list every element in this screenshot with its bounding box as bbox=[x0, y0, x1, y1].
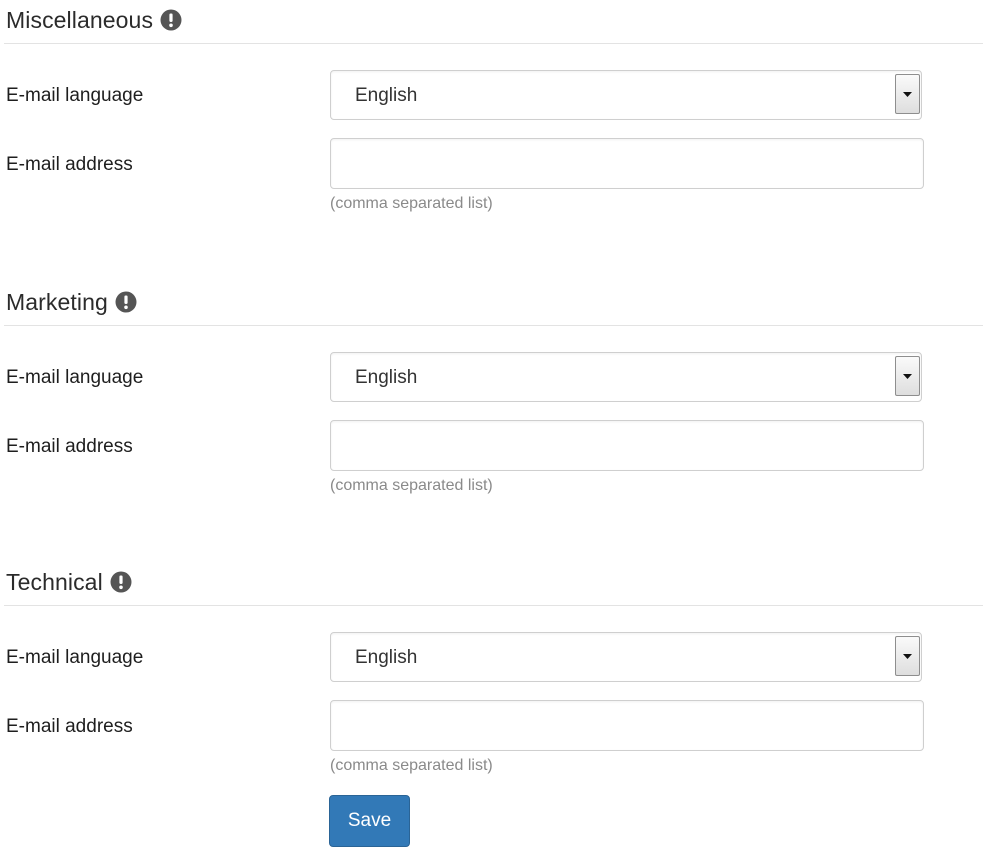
email-address-label: E-mail address bbox=[6, 716, 133, 737]
section-miscellaneous: Miscellaneous E-mail language English E-… bbox=[0, 2, 983, 232]
section-marketing: Marketing E-mail language English E-mail… bbox=[0, 284, 983, 514]
email-address-label: E-mail address bbox=[6, 436, 133, 457]
exclamation-circle-icon[interactable] bbox=[110, 571, 132, 593]
email-address-help-text: (comma separated list) bbox=[330, 477, 493, 494]
section-title: Marketing bbox=[6, 288, 108, 315]
email-address-input[interactable] bbox=[330, 700, 924, 751]
section-technical: Technical E-mail language English E-mail… bbox=[0, 564, 983, 794]
section-title: Miscellaneous bbox=[6, 6, 154, 33]
notification-settings-page: Miscellaneous E-mail language English E-… bbox=[0, 0, 983, 852]
email-language-selected-value: English bbox=[355, 367, 418, 388]
section-divider bbox=[4, 43, 983, 44]
save-button[interactable]: Save bbox=[329, 795, 410, 847]
email-address-help-text: (comma separated list) bbox=[330, 195, 493, 212]
dropdown-arrow-button[interactable] bbox=[895, 636, 920, 676]
section-header: Marketing bbox=[6, 284, 137, 320]
section-divider bbox=[4, 605, 983, 606]
email-language-select[interactable]: English bbox=[330, 352, 922, 402]
email-language-selected-value: English bbox=[355, 85, 418, 106]
email-language-select[interactable]: English bbox=[330, 632, 922, 682]
exclamation-circle-icon[interactable] bbox=[160, 9, 182, 31]
section-title: Technical bbox=[6, 568, 103, 595]
section-divider bbox=[4, 325, 983, 326]
email-address-input[interactable] bbox=[330, 138, 924, 189]
dropdown-arrow-button[interactable] bbox=[895, 74, 920, 114]
dropdown-arrow-button[interactable] bbox=[895, 356, 920, 396]
email-address-help-text: (comma separated list) bbox=[330, 757, 493, 774]
email-language-label: E-mail language bbox=[6, 647, 144, 668]
section-header: Miscellaneous bbox=[6, 2, 182, 38]
email-language-selected-value: English bbox=[355, 647, 418, 668]
email-address-input[interactable] bbox=[330, 420, 924, 471]
email-address-label: E-mail address bbox=[6, 154, 133, 175]
section-header: Technical bbox=[6, 564, 132, 600]
email-language-label: E-mail language bbox=[6, 367, 144, 388]
email-language-label: E-mail language bbox=[6, 85, 144, 106]
email-language-select[interactable]: English bbox=[330, 70, 922, 120]
exclamation-circle-icon[interactable] bbox=[115, 291, 137, 313]
